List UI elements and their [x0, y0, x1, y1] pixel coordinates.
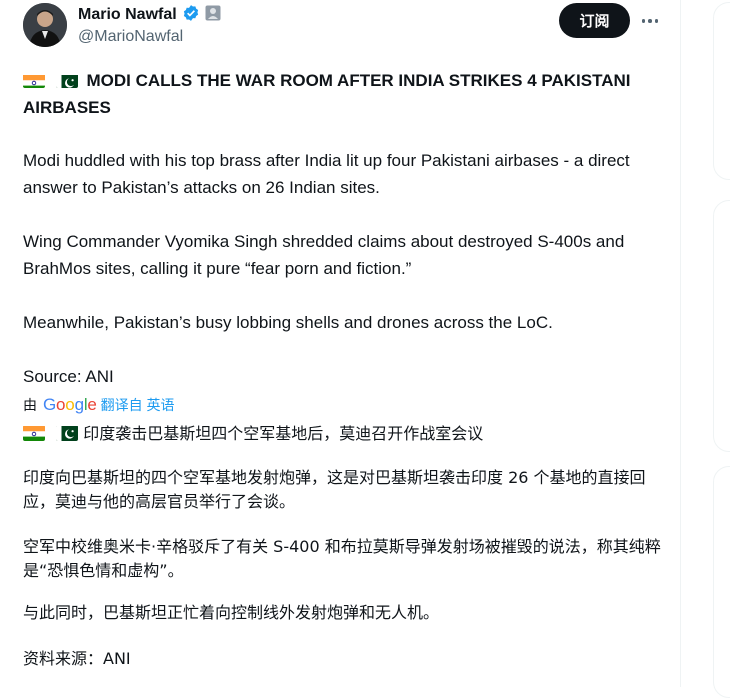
subscribe-button[interactable]: 订阅 — [559, 3, 630, 38]
tweet-headline: MODI CALLS THE WAR ROOM AFTER INDIA STRI… — [23, 67, 643, 121]
headline-text: MODI CALLS THE WAR ROOM AFTER INDIA STRI… — [23, 71, 631, 117]
india-flag-icon — [23, 72, 45, 88]
translated-by-label: 由 — [23, 397, 37, 413]
author-handle[interactable]: @MarioNawfal — [78, 28, 183, 46]
india-flag-icon — [23, 425, 45, 441]
translated-headline: 印度袭击巴基斯坦四个空军基地后，莫迪召开作战室会议 — [23, 422, 663, 446]
more-options-icon[interactable] — [637, 10, 663, 32]
author-name-row: Mario Nawfal — [78, 4, 221, 27]
tweet-card: Mario Nawfal @MarioNawfal 订阅 MODI CALLS … — [0, 0, 681, 687]
right-sidebar — [681, 0, 730, 698]
translated-paragraph: 印度向巴基斯坦的四个空军基地发射炮弹，这是对巴基斯坦袭击印度 26 个基地的直接… — [23, 468, 646, 511]
translated-from-link[interactable]: 翻译自 英语 — [101, 395, 175, 415]
pakistan-flag-icon — [55, 72, 78, 88]
translated-source: 资料来源：ANI — [23, 649, 131, 668]
avatar[interactable] — [23, 3, 67, 47]
tweet-paragraph: Modi huddled with his top brass after In… — [23, 151, 630, 197]
verified-badge-icon — [182, 4, 200, 27]
author-name[interactable]: Mario Nawfal — [78, 6, 177, 24]
tweet-paragraph: Wing Commander Vyomika Singh shredded cl… — [23, 232, 625, 278]
sidebar-card — [713, 2, 730, 180]
google-logo: Google — [43, 395, 97, 414]
pakistan-flag-icon — [56, 425, 79, 441]
translated-paragraph: 与此同时，巴基斯坦正忙着向控制线外发射炮弹和无人机。 — [23, 603, 440, 622]
translated-headline-text: 印度袭击巴基斯坦四个空军基地后，莫迪召开作战室会议 — [83, 424, 484, 443]
tweet-paragraph: Meanwhile, Pakistan’s busy lobbing shell… — [23, 313, 553, 332]
tweet-source: Source: ANI — [23, 367, 114, 386]
translation-attribution: 由 Google 翻译自 英语 — [23, 395, 175, 415]
sidebar-card — [713, 466, 730, 698]
sidebar-card — [713, 200, 730, 452]
translated-paragraph: 空军中校维奥米卡·辛格驳斥了有关 S-400 和布拉莫斯导弹发射场被摧毁的说法，… — [23, 537, 661, 580]
affiliate-badge-icon[interactable] — [205, 5, 221, 26]
